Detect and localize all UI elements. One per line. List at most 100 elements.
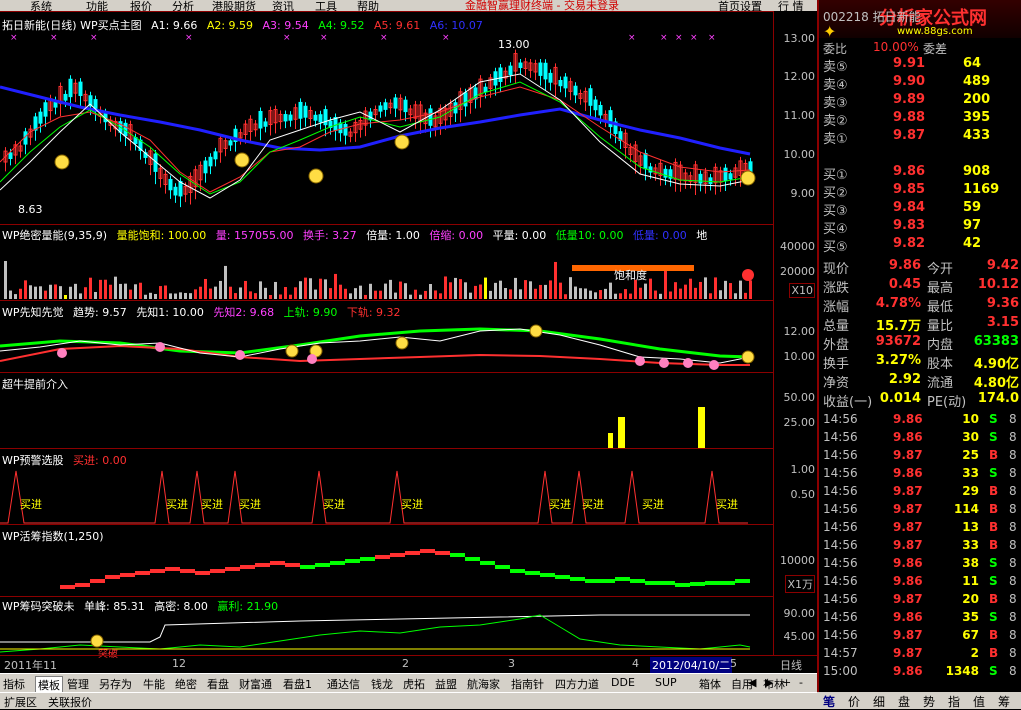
volume-bar [474,285,477,299]
sell-label: 卖② [823,114,848,129]
tab-9[interactable]: 看盘1 [283,676,312,692]
quote-tab-5[interactable]: 势 [923,693,935,710]
volume-bar [399,281,402,299]
tab-8[interactable]: 财富通 [239,676,272,692]
xianzhi-panel[interactable]: WP先知先觉 趋势: 9.57 先知1: 10.00 先知2: 9.68 上轨:… [0,300,773,372]
tab-6[interactable]: 绝密 [175,676,197,692]
tab-13[interactable]: 益盟 [435,676,457,692]
menu-item[interactable]: 资讯 [272,0,294,11]
tab-16[interactable]: 四方力道 [555,676,599,692]
period-label[interactable]: 日线 [780,657,802,673]
volume-bar [44,290,47,299]
huochou-step [225,567,240,571]
tab-7[interactable]: 看盘 [207,676,229,692]
tab-5[interactable]: 牛能 [143,676,165,692]
ext-label[interactable]: 扩展区 [4,694,37,710]
tick-volume: 13 [962,520,979,534]
sell-row: 卖① 9.87 433 [823,128,1019,147]
volume-bar [414,289,417,299]
volume-bar [544,284,547,299]
huochou-step [630,579,645,583]
tick-price: 9.87 [893,592,923,606]
tick-volume: 1348 [945,664,979,678]
tab-11[interactable]: 钱龙 [371,676,393,692]
volume-bar [734,293,737,299]
buy-label: 买④ [823,222,848,237]
chouma-panel[interactable]: WP筹码突破未 单峰: 85.31 高密: 8.00 赢利: 21.90 突破 [0,596,773,660]
tab-1[interactable]: 指标 [3,676,25,692]
quote-tab-2[interactable]: 价 [848,693,860,710]
quote-tab-4[interactable]: 盘 [898,693,910,710]
huochou-panel[interactable]: WP活筹指数(1,250) [0,524,773,596]
zoom-in-icon[interactable]: + [782,676,791,689]
quote-value: 2.92 [888,372,921,387]
menu-item[interactable]: 系统 [30,0,52,11]
tab-10[interactable]: 通达信 [327,676,360,692]
candle-body [548,72,553,83]
menu-item[interactable]: 功能 [86,0,108,11]
home-settings-button[interactable]: 首页设置 [718,0,762,11]
chaoniu-panel[interactable]: 超牛提前介入 [0,372,773,448]
volume-bar [79,293,82,299]
scroll-right-icon[interactable]: ▶ [765,676,773,689]
yujing-panel[interactable]: WP预警选股 买进: 0.00 买进 买进 买进 买进 买进 买进 买进 买进 … [0,448,773,524]
ext-label2[interactable]: 关联报价 [48,694,92,710]
volume-bar [139,282,142,299]
scroll-left-icon[interactable]: ◀ [748,676,756,689]
menu-item[interactable]: 分析 [172,0,194,11]
volume-bar [349,293,352,299]
marker-row: × × × × × × × × × × × × × [10,33,716,43]
candle-body [648,166,653,173]
huochou-step [345,559,360,563]
tab-18[interactable]: SUP [655,676,677,689]
quote-tab-8[interactable]: 筹 [998,693,1010,710]
candle-body [333,116,338,131]
volume-bar [574,286,577,299]
volume-bar [624,289,627,299]
tab-4[interactable]: 另存为 [99,676,132,692]
volume-bar [9,290,12,299]
main-chart-panel[interactable]: 拓日新能(日线) WP买点主图 A1: 9.66 A2: 9.59 A3: 9.… [0,11,773,224]
volume-bar [524,280,527,299]
tick-row: 14:56 9.87 25 B 8 [823,448,1019,466]
tick-side: S [989,466,998,480]
tick-extra: 8 [1009,556,1017,570]
weibi-label: 委比 [823,42,848,56]
sell-label: 卖③ [823,96,848,111]
huochou-step [300,565,315,569]
tick-extra: 8 [1009,502,1017,516]
sell-label: 卖⑤ [823,60,848,75]
quote-tab-3[interactable]: 细 [873,693,885,710]
quote-tab-1[interactable]: 笔 [823,693,835,710]
tick-time: 15:00 [823,664,858,678]
menu-item[interactable]: 港股期货 [212,0,256,11]
axis-label: 10.00 [783,148,816,161]
tick-price: 9.86 [893,430,923,444]
tab-12[interactable]: 虎拓 [403,676,425,692]
candle-body [728,173,733,180]
zoom-out-icon[interactable]: - [799,676,803,689]
tick-side: B [989,484,999,498]
quote-label: PE(动) [927,395,967,410]
volume-panel[interactable]: WP绝密量能(9,35,9) 量能饱和: 100.00 量: 157055.00… [0,224,773,300]
quote-button[interactable]: 行 情 [778,0,804,11]
quote-tab-7[interactable]: 值 [973,693,985,710]
tick-side: S [989,574,998,588]
menu-item[interactable]: 工具 [315,0,337,11]
sell-volume: 433 [963,128,991,143]
high-label: 13.00 [498,38,530,51]
tab-3[interactable]: 管理 [67,676,89,692]
date-label: 3 [508,657,515,670]
volume-bar [569,277,572,299]
tab-19[interactable]: 箱体 [699,676,721,692]
tab-17[interactable]: DDE [611,676,635,689]
quote-tab-6[interactable]: 指 [948,693,960,710]
buy-label: 买③ [823,204,848,219]
menu-item[interactable]: 帮助 [357,0,379,11]
buy-volume: 97 [963,218,982,233]
tab-15[interactable]: 指南针 [511,676,544,692]
huochou-step [465,557,480,561]
menu-item[interactable]: 报价 [130,0,152,11]
huochou-chart-svg [60,549,750,589]
tab-14[interactable]: 航海家 [467,676,500,692]
